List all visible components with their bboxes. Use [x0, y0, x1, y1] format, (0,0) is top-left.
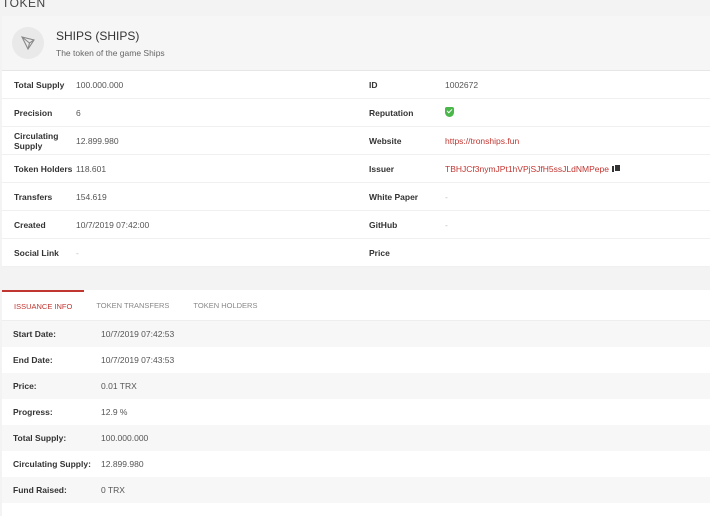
info-row-precision: Precision 6 [2, 99, 356, 127]
info-value: - [76, 247, 79, 258]
issuer-value: TBHJCf3nymJPt1hVPjSJfH5ssJLdNMPepe [445, 163, 622, 174]
issuance-row-fund-raised: Fund Raised: 0 TRX [2, 477, 710, 503]
token-title-block: SHIPS (SHIPS) The token of the game Ship… [56, 29, 165, 58]
issuance-label: Fund Raised: [13, 485, 67, 495]
token-overview-card: SHIPS (SHIPS) The token of the game Ship… [2, 16, 710, 267]
info-row-social-link: Social Link - [2, 239, 356, 267]
issuance-value: 10/7/2019 07:42:53 [101, 329, 175, 339]
info-row-github: GitHub - [356, 211, 710, 239]
info-label: Website [369, 135, 402, 146]
website-link[interactable]: https://tronships.fun [445, 136, 519, 146]
tron-icon [12, 27, 44, 59]
token-description: The token of the game Ships [56, 47, 165, 58]
details-tabs: ISSUANCE INFO TOKEN TRANSFERS TOKEN HOLD… [2, 290, 710, 321]
token-name: SHIPS (SHIPS) [56, 28, 140, 43]
issuance-value: 12.899.980 [101, 459, 144, 469]
info-value: 12.899.980 [76, 135, 119, 146]
info-label: Issuer [369, 163, 395, 174]
info-label: Precision [14, 107, 53, 118]
info-row-id: ID 1002672 [356, 71, 710, 99]
page-heading: TOKEN [2, 0, 46, 10]
info-label: Transfers [14, 191, 53, 202]
github-value: - [445, 219, 448, 230]
info-label: ID [369, 79, 378, 90]
token-header: SHIPS (SHIPS) The token of the game Ship… [2, 16, 710, 71]
info-column-right: ID 1002672 Reputation Website https://tr… [356, 71, 710, 267]
info-label: Total Supply [14, 79, 65, 90]
token-id-value: 1002672 [445, 79, 479, 90]
info-row-issuer: Issuer TBHJCf3nymJPt1hVPjSJfH5ssJLdNMPep… [356, 155, 710, 183]
issuance-row-total-supply: Total Supply: 100.000.000 [2, 425, 710, 451]
tab-issuance-info[interactable]: ISSUANCE INFO [2, 290, 85, 321]
info-label: GitHub [369, 219, 398, 230]
tab-token-holders[interactable]: TOKEN HOLDERS [181, 290, 269, 321]
info-label: Token Holders [14, 163, 73, 174]
info-value: 6 [76, 107, 81, 118]
issuance-info-panel: Start Date: 10/7/2019 07:42:53 End Date:… [2, 321, 710, 503]
verified-shield-icon [445, 106, 454, 117]
info-label: Social Link [14, 247, 59, 258]
info-row-created: Created 10/7/2019 07:42:00 [2, 211, 356, 239]
token-details-card: ISSUANCE INFO TOKEN TRANSFERS TOKEN HOLD… [2, 290, 710, 516]
info-label: White Paper [369, 191, 419, 202]
info-value: 10/7/2019 07:42:00 [76, 219, 150, 230]
info-label: Circulating Supply [14, 130, 59, 151]
issuer-address-link[interactable]: TBHJCf3nymJPt1hVPjSJfH5ssJLdNMPepe [445, 164, 609, 174]
issuance-row-end-date: End Date: 10/7/2019 07:43:53 [2, 347, 710, 373]
issuance-label: Progress: [13, 407, 53, 417]
info-row-reputation: Reputation [356, 99, 710, 127]
copy-icon[interactable] [611, 163, 622, 173]
info-row-token-holders: Token Holders 118.601 [2, 155, 356, 183]
issuance-value: 100.000.000 [101, 433, 149, 443]
issuance-row-start-date: Start Date: 10/7/2019 07:42:53 [2, 321, 710, 347]
issuance-value: 0.01 TRX [101, 381, 137, 391]
issuance-row-progress: Progress: 12.9 % [2, 399, 710, 425]
issuance-label: Circulating Supply: [13, 459, 91, 469]
info-row-circulating-supply: Circulating Supply 12.899.980 [2, 127, 356, 155]
info-row-website: Website https://tronships.fun [356, 127, 710, 155]
token-info-grid: Total Supply 100.000.000 Precision 6 Cir… [2, 71, 710, 267]
issuance-value: 12.9 % [101, 407, 128, 417]
info-label: Price [369, 247, 390, 258]
issuance-row-circulating-supply: Circulating Supply: 12.899.980 [2, 451, 710, 477]
info-value: 118.601 [76, 163, 107, 174]
issuance-value: 10/7/2019 07:43:53 [101, 355, 175, 365]
info-column-left: Total Supply 100.000.000 Precision 6 Cir… [2, 71, 356, 267]
info-row-total-supply: Total Supply 100.000.000 [2, 71, 356, 99]
tab-token-transfers[interactable]: TOKEN TRANSFERS [84, 290, 181, 321]
info-label: Reputation [369, 107, 414, 118]
issuance-label: Start Date: [13, 329, 56, 339]
white-paper-value: - [445, 191, 448, 202]
info-value: 154.619 [76, 191, 107, 202]
info-label: Created [14, 219, 46, 230]
info-row-white-paper: White Paper - [356, 183, 710, 211]
info-value: 100.000.000 [76, 79, 124, 90]
info-row-price: Price [356, 239, 710, 267]
issuance-label: Total Supply: [13, 433, 67, 443]
reputation-value [445, 106, 454, 119]
issuance-value: 0 TRX [101, 485, 125, 495]
issuance-label: Price: [13, 381, 37, 391]
issuance-row-price: Price: 0.01 TRX [2, 373, 710, 399]
info-row-transfers: Transfers 154.619 [2, 183, 356, 211]
issuance-label: End Date: [13, 355, 53, 365]
